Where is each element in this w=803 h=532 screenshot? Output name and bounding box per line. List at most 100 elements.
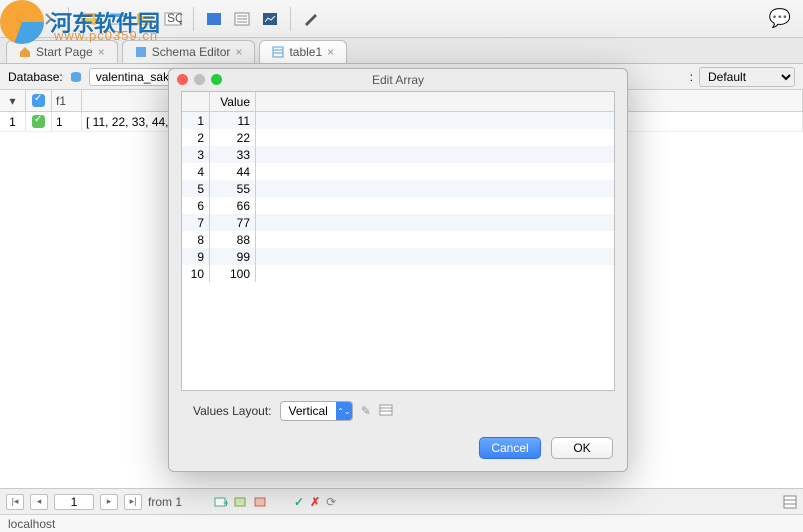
commit-icon[interactable]: ✓ — [294, 495, 304, 509]
dialog-footer: Values Layout: Vertical ⌃⌄ ✎ — [181, 391, 615, 431]
filter-icon[interactable]: ▾ — [0, 90, 26, 111]
duplicate-record-icon[interactable] — [234, 495, 248, 509]
tab-label: Start Page — [36, 45, 93, 59]
array-value[interactable]: 44 — [210, 163, 256, 180]
delete-record-icon[interactable] — [254, 495, 268, 509]
edit-icon[interactable]: ✎ — [361, 404, 371, 418]
record-count-label: from 1 — [148, 495, 182, 509]
tool-icon-1[interactable] — [77, 7, 101, 31]
value-column: Value — [210, 92, 256, 111]
refresh-icon[interactable]: ⟳ — [326, 495, 336, 509]
tab-label: table1 — [289, 45, 322, 59]
separator — [68, 7, 69, 31]
array-index: 10 — [182, 265, 210, 282]
array-index: 3 — [182, 146, 210, 163]
array-value[interactable]: 77 — [210, 214, 256, 231]
tab-start-page[interactable]: Start Page × — [6, 40, 118, 63]
array-value[interactable]: 33 — [210, 146, 256, 163]
close-icon[interactable]: × — [98, 45, 105, 59]
home-icon — [19, 46, 31, 58]
first-record-button[interactable]: |◂ — [6, 494, 24, 510]
feedback-icon[interactable]: 💬 — [769, 8, 791, 29]
select-value: Vertical — [281, 404, 336, 418]
array-index: 5 — [182, 180, 210, 197]
tool-brush-icon[interactable] — [299, 7, 323, 31]
tool-blue-1[interactable] — [202, 7, 226, 31]
right-label: : — [690, 70, 693, 84]
array-value[interactable]: 11 — [210, 112, 256, 129]
array-row[interactable]: 555 — [182, 180, 614, 197]
array-value[interactable]: 22 — [210, 129, 256, 146]
dialog-titlebar: Edit Array — [169, 69, 627, 91]
checkbox-icon — [32, 94, 45, 107]
add-record-icon[interactable]: + — [214, 495, 228, 509]
grid-icon[interactable] — [379, 404, 393, 418]
tool-icon-3[interactable] — [133, 7, 157, 31]
tab-table1[interactable]: table1 × — [259, 40, 347, 63]
back-button[interactable] — [8, 7, 32, 31]
status-text: localhost — [8, 517, 55, 531]
table-icon — [272, 46, 284, 58]
array-index: 2 — [182, 129, 210, 146]
edit-array-dialog: Edit Array Value 11122233344455566677788… — [168, 68, 628, 472]
array-value[interactable]: 66 — [210, 197, 256, 214]
column-f1[interactable]: f1 — [52, 90, 82, 111]
close-window-button[interactable] — [177, 74, 188, 85]
array-row[interactable]: 333 — [182, 146, 614, 163]
separator — [193, 7, 194, 31]
array-row[interactable]: 888 — [182, 231, 614, 248]
array-grid[interactable]: Value 11122233344455566677788899910100 — [181, 91, 615, 391]
array-value[interactable]: 99 — [210, 248, 256, 265]
array-row[interactable]: 10100 — [182, 265, 614, 282]
array-value[interactable]: 100 — [210, 265, 256, 282]
zoom-window-button[interactable] — [211, 74, 222, 85]
array-index: 6 — [182, 197, 210, 214]
prev-record-button[interactable]: ◂ — [30, 494, 48, 510]
tool-chart-icon[interactable] — [258, 7, 282, 31]
cancel-button[interactable]: Cancel — [479, 437, 541, 459]
document-tabs: Start Page × Schema Editor × table1 × — [0, 38, 803, 64]
array-row[interactable]: 777 — [182, 214, 614, 231]
array-value[interactable]: 55 — [210, 180, 256, 197]
tool-sql-icon[interactable]: SQL — [161, 7, 185, 31]
forward-button[interactable] — [36, 7, 60, 31]
array-value[interactable]: 88 — [210, 231, 256, 248]
next-record-button[interactable]: ▸ — [100, 494, 118, 510]
array-row[interactable]: 666 — [182, 197, 614, 214]
tool-icon-2[interactable] — [105, 7, 129, 31]
record-navigator: |◂ ◂ ▸ ▸| from 1 + ✓ ✗ ⟳ — [0, 488, 803, 514]
tab-label: Schema Editor — [152, 45, 231, 59]
minimize-window-button[interactable] — [194, 74, 205, 85]
array-index: 1 — [182, 112, 210, 129]
layout-select[interactable]: Default — [699, 67, 795, 87]
last-record-button[interactable]: ▸| — [124, 494, 142, 510]
array-index: 8 — [182, 231, 210, 248]
array-row[interactable]: 222 — [182, 129, 614, 146]
close-icon[interactable]: × — [327, 45, 334, 59]
grid-view-icon[interactable] — [783, 495, 797, 509]
schema-icon — [135, 46, 147, 58]
array-row[interactable]: 111 — [182, 112, 614, 129]
svg-text:+: + — [223, 496, 228, 509]
values-layout-select[interactable]: Vertical ⌃⌄ — [280, 401, 353, 421]
separator — [290, 7, 291, 31]
status-bar: localhost — [0, 514, 803, 532]
close-icon[interactable]: × — [235, 45, 242, 59]
row-check[interactable] — [26, 112, 52, 131]
db-icon — [69, 70, 83, 84]
array-row[interactable]: 999 — [182, 248, 614, 265]
tab-schema-editor[interactable]: Schema Editor × — [122, 40, 256, 63]
window-controls — [177, 74, 222, 85]
main-toolbar: SQL 💬 — [0, 0, 803, 38]
chevron-updown-icon: ⌃⌄ — [336, 402, 352, 420]
array-index: 4 — [182, 163, 210, 180]
ok-button[interactable]: OK — [551, 437, 613, 459]
array-row[interactable]: 444 — [182, 163, 614, 180]
index-column — [182, 92, 210, 111]
revert-icon[interactable]: ✗ — [310, 495, 320, 509]
check-column-header[interactable] — [26, 90, 52, 111]
values-layout-label: Values Layout: — [193, 404, 272, 418]
cell-f1[interactable]: 1 — [52, 112, 82, 131]
tool-form-icon[interactable] — [230, 7, 254, 31]
record-position-input[interactable] — [54, 494, 94, 510]
